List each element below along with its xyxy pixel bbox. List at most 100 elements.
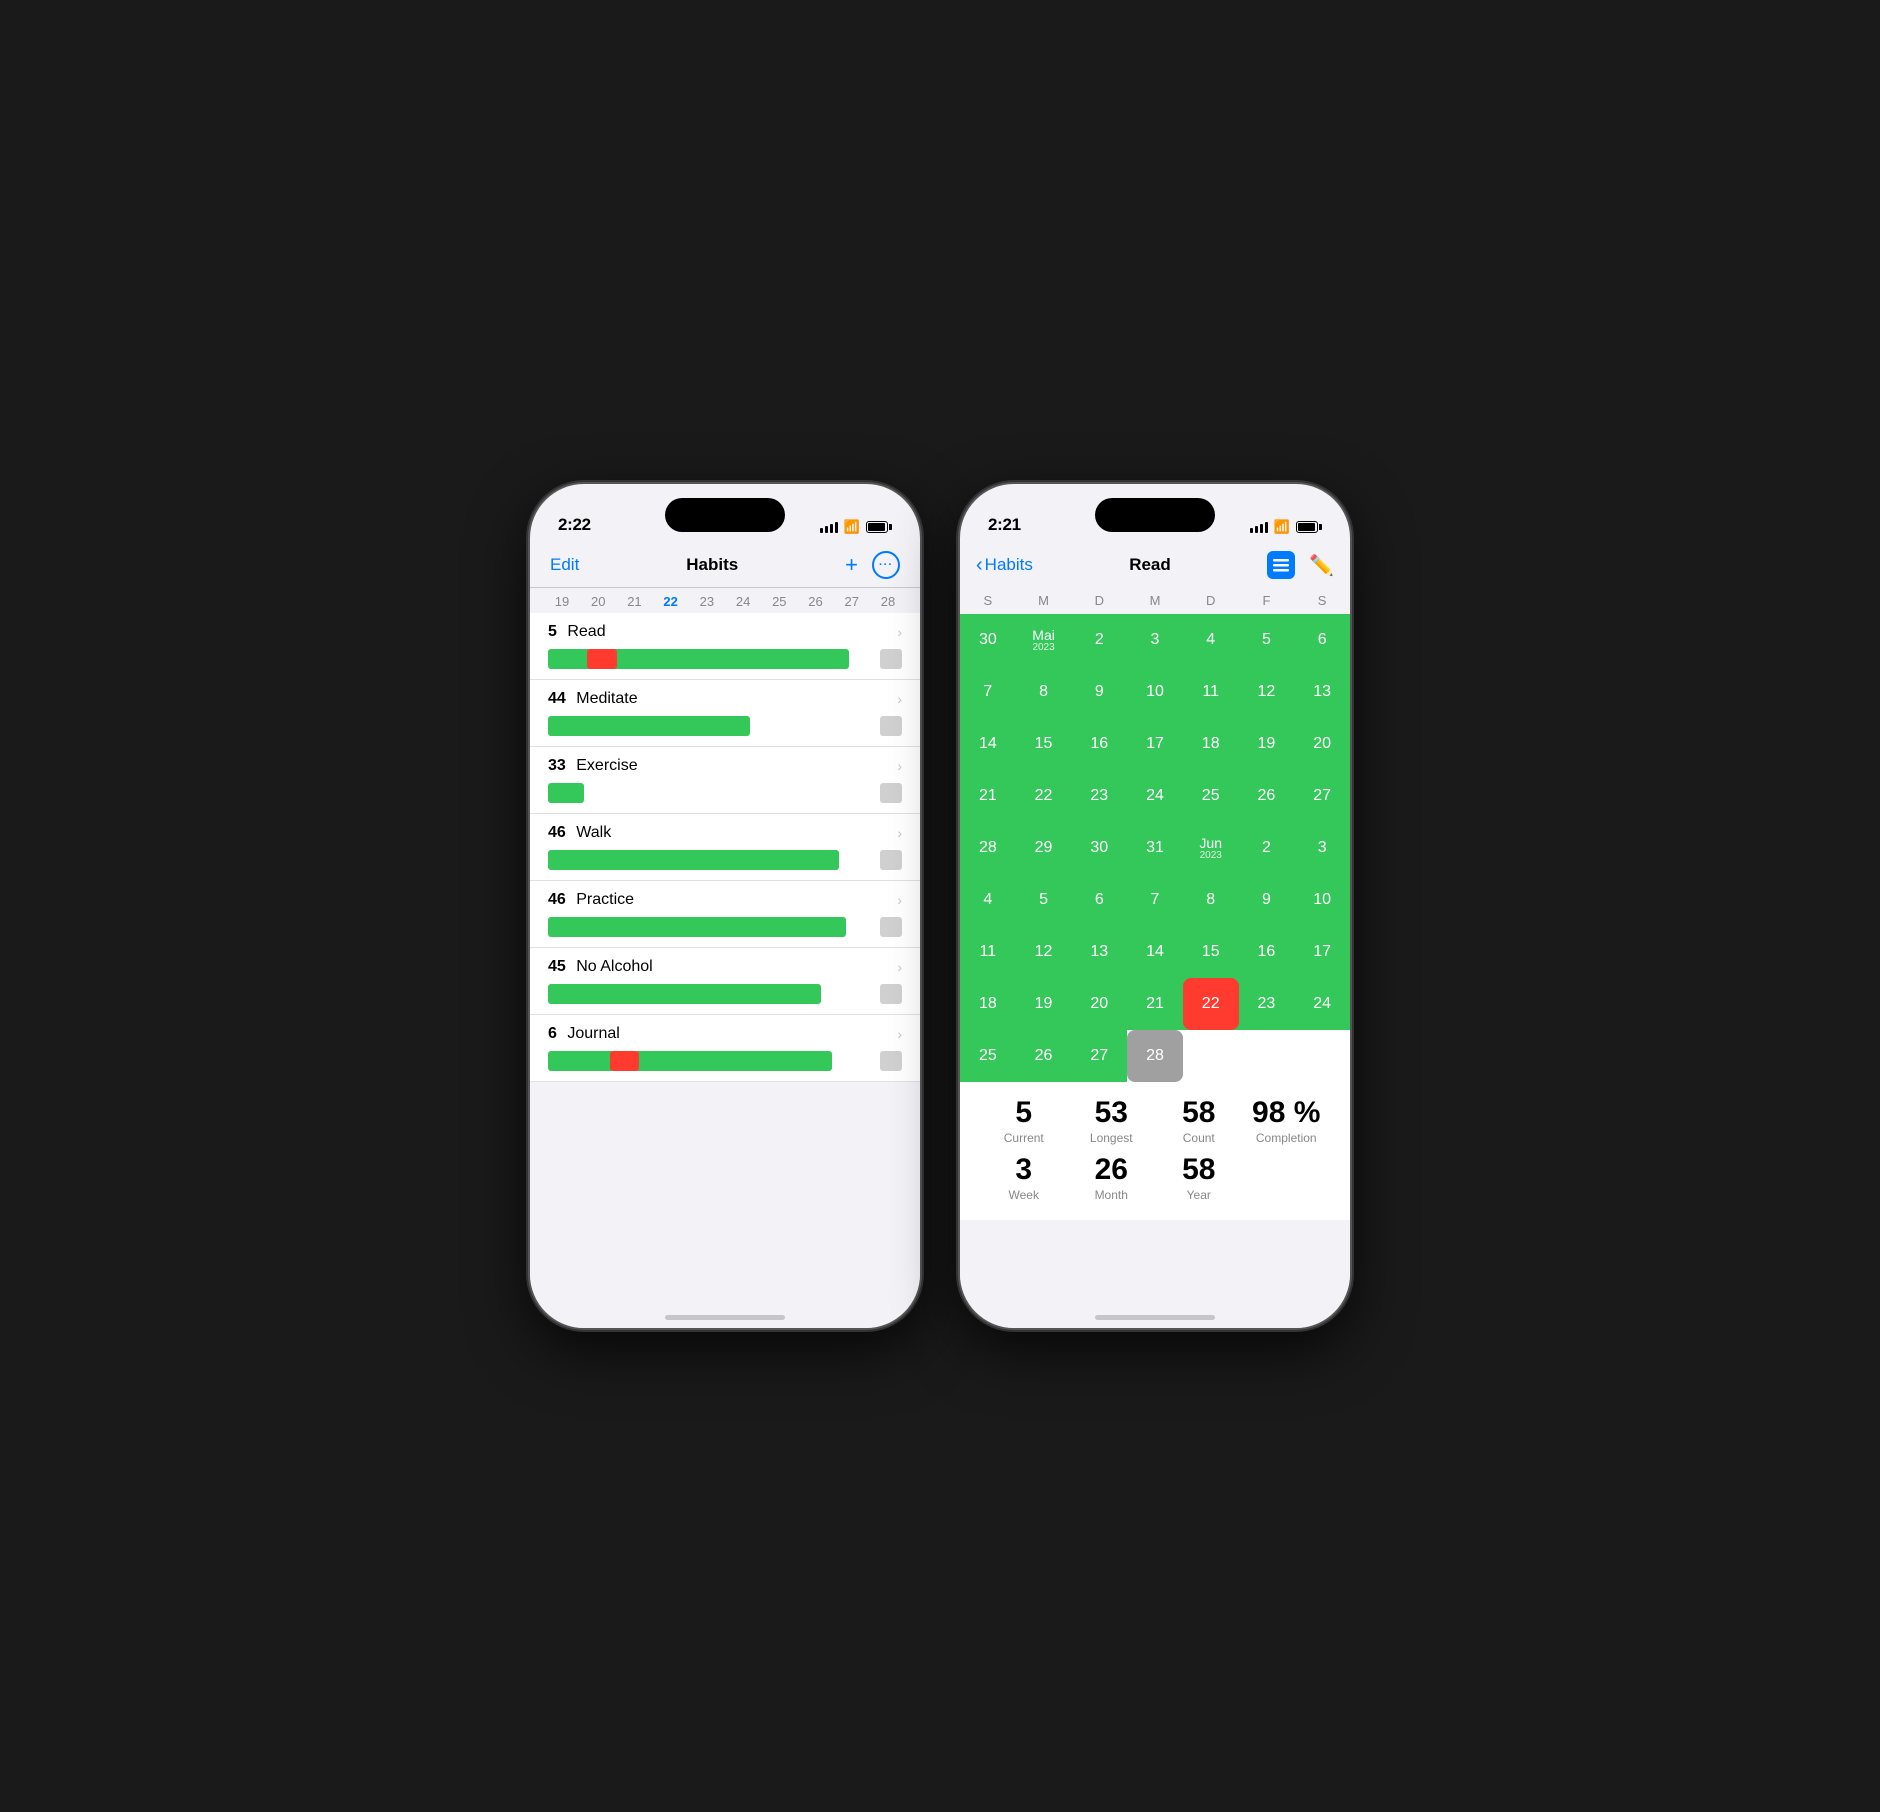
cal-cell[interactable]: 27 (1071, 1030, 1127, 1082)
cal-cell[interactable]: 23 (1071, 770, 1127, 822)
cal-cell[interactable]: 10 (1294, 874, 1350, 926)
cal-cell[interactable]: 18 (1183, 718, 1239, 770)
stat-completion: 98 % Completion (1243, 1096, 1331, 1145)
cal-cell[interactable]: 6 (1071, 874, 1127, 926)
cal-cell[interactable]: 8 (1183, 874, 1239, 926)
cal-cell[interactable]: 7 (1127, 874, 1183, 926)
signal-icon (820, 522, 838, 533)
cal-cell[interactable]: 17 (1294, 926, 1350, 978)
cal-cell[interactable]: 24 (1127, 770, 1183, 822)
read-screen: ‹ Habits Read ✏️ S M D (960, 543, 1350, 1328)
cal-cell[interactable]: 16 (1239, 926, 1295, 978)
cal-cell[interactable]: 15 (1183, 926, 1239, 978)
cal-cell[interactable]: 24 (1294, 978, 1350, 1030)
nav-icons: + ··· (845, 551, 900, 579)
cal-cell[interactable]: 12 (1239, 666, 1295, 718)
date-strip: 19 20 21 22 23 24 25 26 27 28 (530, 588, 920, 613)
cal-cell[interactable]: 25 (1183, 770, 1239, 822)
cal-cell[interactable]: 6 (1294, 614, 1350, 666)
stats-row-2: 3 Week 26 Month 58 Year (980, 1153, 1330, 1202)
habit-read[interactable]: 5 Read › (530, 613, 920, 680)
stat-count-value: 58 (1155, 1096, 1243, 1129)
cal-cell[interactable]: 12 (1016, 926, 1072, 978)
cal-cell[interactable]: 11 (960, 926, 1016, 978)
list-view-button[interactable] (1267, 551, 1295, 579)
habit-meditate[interactable]: 44 Meditate › (530, 680, 920, 747)
habit-no-alcohol-name: 45 No Alcohol (548, 958, 653, 976)
add-habit-button[interactable]: + (845, 552, 858, 578)
cal-cell[interactable]: 27 (1294, 770, 1350, 822)
cal-cell[interactable]: 26 (1016, 1030, 1072, 1082)
cal-cell[interactable]: 19 (1239, 718, 1295, 770)
cal-cell[interactable]: 22 (1016, 770, 1072, 822)
cal-header-d2: D (1183, 591, 1239, 610)
stat-empty (1243, 1153, 1331, 1202)
cal-cell[interactable]: 16 (1071, 718, 1127, 770)
cal-cell[interactable]: 5 (1016, 874, 1072, 926)
stat-completion-value: 98 % (1243, 1096, 1331, 1129)
cal-cell[interactable]: 21 (1127, 978, 1183, 1030)
stat-week-value: 3 (980, 1153, 1068, 1186)
cal-cell[interactable]: 4 (1183, 614, 1239, 666)
battery-icon (866, 521, 892, 533)
cal-cell[interactable]: 13 (1294, 666, 1350, 718)
habit-journal-bar (548, 1049, 902, 1073)
cal-cell[interactable]: 9 (1239, 874, 1295, 926)
cal-cell[interactable]: 14 (960, 718, 1016, 770)
stat-longest: 53 Longest (1068, 1096, 1156, 1145)
edit-button[interactable]: ✏️ (1309, 553, 1334, 578)
cal-row-2: 7 8 9 10 11 12 13 (960, 666, 1350, 718)
cal-cell[interactable]: 21 (960, 770, 1016, 822)
edit-button[interactable]: Edit (550, 555, 579, 575)
back-button[interactable]: ‹ Habits (976, 555, 1033, 575)
cal-cell[interactable]: 17 (1127, 718, 1183, 770)
cal-cell[interactable]: 15 (1016, 718, 1072, 770)
cal-cell[interactable]: 7 (960, 666, 1016, 718)
cal-row-3: 14 15 16 17 18 19 20 (960, 718, 1350, 770)
stat-current-value: 5 (980, 1096, 1068, 1129)
cal-cell[interactable]: 18 (960, 978, 1016, 1030)
cal-cell[interactable]: 30 (1071, 822, 1127, 874)
cal-cell[interactable]: 23 (1239, 978, 1295, 1030)
more-button[interactable]: ··· (872, 551, 900, 579)
cal-cell[interactable]: 19 (1016, 978, 1072, 1030)
cal-cell-mai[interactable]: Mai 2023 (1016, 614, 1072, 666)
cal-cell[interactable]: 2 (1071, 614, 1127, 666)
cal-cell[interactable]: 20 (1071, 978, 1127, 1030)
status-icons-left: 📶 (820, 519, 892, 535)
chevron-icon: › (897, 758, 902, 774)
stat-year-value: 58 (1155, 1153, 1243, 1186)
back-label: Habits (985, 555, 1033, 575)
cal-cell[interactable]: 13 (1071, 926, 1127, 978)
stat-week: 3 Week (980, 1153, 1068, 1202)
habit-walk[interactable]: 46 Walk › (530, 814, 920, 881)
cal-cell[interactable]: 26 (1239, 770, 1295, 822)
cal-cell[interactable]: 25 (960, 1030, 1016, 1082)
cal-cell[interactable]: 10 (1127, 666, 1183, 718)
cal-cell-gray-28[interactable]: 28 (1127, 1030, 1183, 1082)
cal-cell[interactable]: 8 (1016, 666, 1072, 718)
habit-exercise[interactable]: 33 Exercise › (530, 747, 920, 814)
cal-header-f: F (1239, 591, 1295, 610)
cal-cell[interactable]: 3 (1294, 822, 1350, 874)
cal-cell[interactable]: 4 (960, 874, 1016, 926)
cal-cell[interactable]: 28 (960, 822, 1016, 874)
cal-cell[interactable]: 31 (1127, 822, 1183, 874)
cal-cell[interactable]: 29 (1016, 822, 1072, 874)
cal-cell[interactable]: 11 (1183, 666, 1239, 718)
habit-practice-bar (548, 915, 902, 939)
cal-cell[interactable]: 9 (1071, 666, 1127, 718)
habit-no-alcohol[interactable]: 45 No Alcohol › (530, 948, 920, 1015)
cal-cell[interactable]: 2 (1239, 822, 1295, 874)
cal-cell[interactable]: 3 (1127, 614, 1183, 666)
cal-cell[interactable]: 5 (1239, 614, 1295, 666)
cal-cell[interactable]: 20 (1294, 718, 1350, 770)
habit-practice[interactable]: 46 Practice › (530, 881, 920, 948)
cal-row-7: 11 12 13 14 15 16 17 (960, 926, 1350, 978)
cal-cell[interactable]: 30 (960, 614, 1016, 666)
cal-cell-red-22[interactable]: 22 (1183, 978, 1239, 1030)
cal-cell-jun[interactable]: Jun 2023 (1183, 822, 1239, 874)
habit-journal[interactable]: 6 Journal › (530, 1015, 920, 1082)
cal-cell[interactable]: 14 (1127, 926, 1183, 978)
stat-current-label: Current (980, 1131, 1068, 1145)
